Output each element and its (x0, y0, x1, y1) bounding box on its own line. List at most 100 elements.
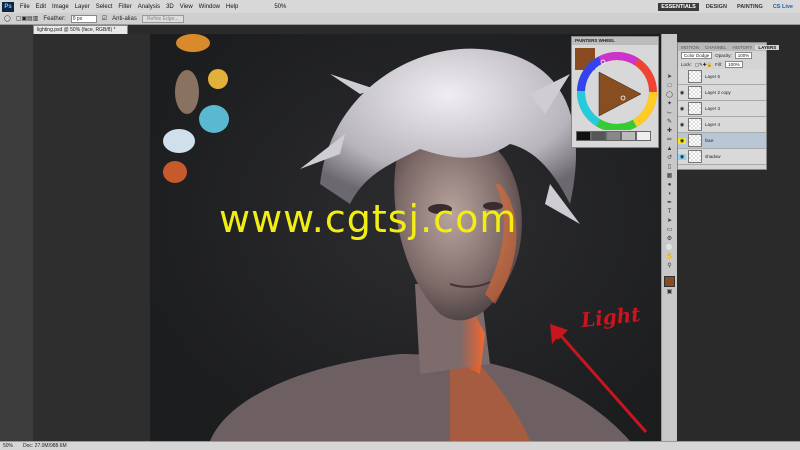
pen-tool-icon[interactable]: ✒ (665, 200, 675, 207)
menu-window[interactable]: Window (196, 4, 223, 10)
panel-tabs: MOTION CHANNEL HISTORY LAYERS (678, 43, 780, 51)
photoshop-logo: Ps (2, 1, 14, 12)
move-tool-icon[interactable]: ➤ (665, 74, 675, 81)
opacity-label: Opacity: (715, 53, 732, 58)
layer-thumbnail (688, 118, 702, 131)
menu-image[interactable]: Image (49, 4, 72, 10)
layer-name: Layer 4 (705, 122, 721, 127)
selection-mode-icons[interactable]: ▢▣▤▥ (16, 15, 39, 22)
layer-name: Layer 3 (705, 106, 721, 111)
layer-thumbnail (688, 150, 702, 163)
fill-label: Fill: (715, 62, 723, 67)
3d-rotate-icon[interactable]: ⚙ (665, 236, 675, 243)
left-gutter (0, 25, 33, 441)
status-zoom[interactable]: 50% (3, 443, 13, 449)
shape-tool-icon[interactable]: ▭ (665, 227, 675, 234)
layer-row[interactable]: ◉ Layer 3 (678, 101, 766, 117)
gradient-tool-icon[interactable]: ▦ (665, 173, 675, 180)
layer-row[interactable]: ◉ Layer 2 copy (678, 85, 766, 101)
quick-mask-icon[interactable]: ▣ (665, 289, 675, 296)
layer-thumbnail (688, 86, 702, 99)
eyedropper-icon[interactable]: ✎ (665, 119, 675, 126)
layer-name: Layer 2 copy (705, 90, 731, 95)
menu-3d[interactable]: 3D (163, 4, 177, 10)
history-brush-icon[interactable]: ↺ (665, 155, 675, 162)
opacity-input[interactable]: 100% (734, 52, 753, 59)
menu-edit[interactable]: Edit (33, 4, 49, 10)
lock-row: Lock: ▢✎✚🔒 Fill: 100% (678, 60, 766, 69)
fill-input[interactable]: 100% (725, 61, 743, 68)
layer-thumbnail (688, 134, 702, 147)
lock-icons[interactable]: ▢✎✚🔒 (695, 62, 712, 68)
workspace-painting[interactable]: PAINTING (734, 3, 766, 11)
eye-icon[interactable]: ◉ (678, 106, 686, 112)
blur-tool-icon[interactable]: ● (665, 182, 675, 189)
feather-label: Feather: (43, 15, 66, 22)
menu-select[interactable]: Select (93, 4, 116, 10)
workspace-switcher: ESSENTIALS DESIGN PAINTING CS Live (658, 2, 800, 11)
lock-label: Lock: (681, 62, 692, 67)
color-panel-title: PAINTERS WHEEL (572, 37, 658, 45)
crop-tool-icon[interactable]: ⌙ (665, 110, 675, 117)
antialias-label: Anti-alias (112, 15, 137, 22)
menu-help[interactable]: Help (223, 4, 241, 10)
marquee-tool-icon[interactable]: □ (665, 83, 675, 90)
menu-bar: Ps File Edit Image Layer Select Filter A… (0, 0, 800, 14)
tools-panel: ➤ □ ◯ ✦ ⌙ ✎ ✚ ✏ ▲ ↺ ▯ ▦ ● ◖ ✒ T ➤ ▭ ⚙ ⚪ … (661, 34, 677, 441)
color-wheel[interactable] (573, 46, 659, 130)
tab-motion[interactable]: MOTION (678, 45, 702, 50)
layer-row-selected[interactable]: ◉ face (678, 133, 766, 149)
layer-row[interactable]: ◉ Layer 4 (678, 117, 766, 133)
workspace-essentials[interactable]: ESSENTIALS (658, 2, 699, 11)
antialias-checkbox[interactable]: ☑ (102, 15, 107, 22)
refine-edge-button[interactable]: Refine Edge... (141, 14, 184, 23)
layer-thumbnail (688, 102, 702, 115)
eye-icon[interactable]: ◉ (678, 122, 686, 128)
layer-name: shadow (705, 154, 721, 159)
menu-file[interactable]: File (17, 4, 33, 10)
zoom-tool-icon[interactable]: ⚲ (665, 263, 675, 270)
bokeh-light (176, 34, 210, 52)
feather-input[interactable]: 0 px (70, 14, 97, 23)
status-bar: 50% Doc: 27.0M/988.6M (0, 441, 800, 450)
status-doc-size: Doc: 27.0M/988.6M (23, 443, 67, 449)
3d-orbit-icon[interactable]: ⚪ (665, 245, 675, 252)
type-tool-icon[interactable]: T (665, 209, 675, 216)
layer-name: face (705, 138, 714, 143)
cs-live-button[interactable]: CS Live (770, 3, 796, 11)
tab-history[interactable]: HISTORY (730, 45, 756, 50)
menu-analysis[interactable]: Analysis (135, 4, 163, 10)
clone-stamp-icon[interactable]: ▲ (665, 146, 675, 153)
workspace-design[interactable]: DESIGN (703, 3, 730, 11)
options-bar: ◯ ▢▣▤▥ Feather: 0 px ☑ Anti-alias Refine… (0, 13, 800, 25)
layers-panel: MOTION CHANNEL HISTORY LAYERS Color Dodg… (677, 42, 780, 170)
lasso-tool-icon[interactable]: ◯ (665, 92, 675, 99)
menu-layer[interactable]: Layer (72, 4, 93, 10)
lasso-tool-icon[interactable]: ◯ (4, 15, 11, 22)
menu-filter[interactable]: Filter (115, 4, 134, 10)
color-wheel-panel: PAINTERS WHEEL (571, 36, 659, 148)
layer-thumbnail (688, 70, 702, 83)
layer-row[interactable]: Layer 5 (678, 69, 766, 85)
blend-row: Color Dodge Opacity: 100% (678, 51, 766, 60)
healing-brush-icon[interactable]: ✚ (665, 128, 675, 135)
eye-icon[interactable]: ◉ (678, 137, 686, 144)
foreground-color-swatch[interactable] (664, 276, 675, 287)
layer-name: Layer 5 (705, 74, 721, 79)
menu-view[interactable]: View (177, 4, 196, 10)
dodge-tool-icon[interactable]: ◖ (665, 191, 675, 198)
gray-swatches[interactable] (576, 131, 651, 141)
path-select-icon[interactable]: ➤ (665, 218, 675, 225)
zoom-level-menu[interactable]: 50% (271, 4, 289, 10)
watermark-text: www.cgtsj.com (219, 197, 518, 241)
eye-icon[interactable]: ◉ (678, 153, 686, 160)
eraser-icon[interactable]: ▯ (665, 164, 675, 171)
hand-tool-icon[interactable]: ✋ (665, 254, 675, 261)
quick-select-icon[interactable]: ✦ (665, 101, 675, 108)
brush-tool-icon[interactable]: ✏ (665, 137, 675, 144)
layer-row[interactable]: ◉ shadow (678, 149, 766, 165)
eye-icon[interactable]: ◉ (678, 90, 686, 96)
tab-layers[interactable]: LAYERS (755, 44, 780, 50)
blend-mode-select[interactable]: Color Dodge (681, 52, 713, 59)
tab-channel[interactable]: CHANNEL (702, 45, 730, 50)
